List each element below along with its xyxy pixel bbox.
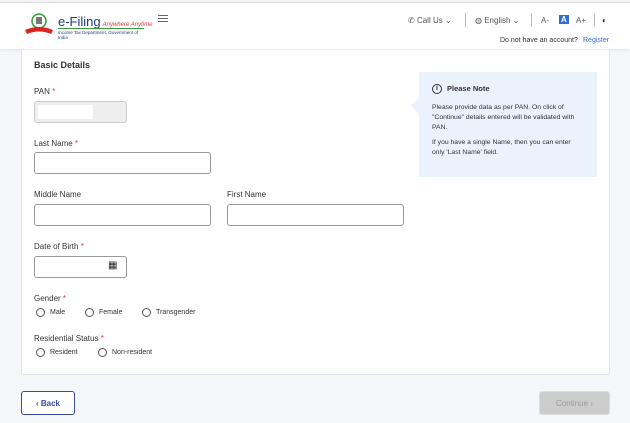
last-name-label: Last Name * — [34, 139, 79, 148]
first-name-label: First Name — [227, 190, 267, 199]
contrast-icon[interactable]: ◐ — [602, 16, 607, 25]
phone-icon: ✆ — [408, 16, 415, 25]
emblem-logo-icon — [25, 13, 53, 34]
section-title: Basic Details — [34, 60, 91, 70]
brand-subtitle: Income Tax Department, Government of Ind… — [58, 28, 144, 40]
pan-label: PAN * — [34, 87, 56, 96]
chevron-down-icon: ⌄ — [512, 16, 520, 25]
back-button[interactable]: ‹ Back — [21, 391, 75, 415]
font-increase-button[interactable]: A+ — [576, 16, 586, 25]
hamburger-menu-icon[interactable] — [158, 15, 168, 24]
note-title: Please Note — [447, 84, 490, 93]
dob-label: Date of Birth * — [34, 242, 84, 251]
call-us-label: Call Us — [416, 16, 443, 25]
first-name-input[interactable] — [227, 204, 404, 226]
language-dropdown[interactable]: ◍ English ⌄ — [475, 16, 519, 25]
divider — [594, 13, 595, 27]
brand-logo[interactable]: e-Filing Anywhere Anytime — [58, 14, 152, 29]
info-icon: i — [432, 84, 442, 95]
register-link[interactable]: Register — [583, 37, 609, 44]
gender-male-radio[interactable]: Male — [36, 308, 65, 317]
calendar-icon[interactable]: ▦ — [108, 260, 117, 271]
gender-transgender-radio[interactable]: Transgender — [142, 308, 195, 317]
please-note-panel: i Please Note Please provide data as per … — [411, 72, 597, 177]
dob-input[interactable]: ▦ — [34, 256, 127, 278]
call-us-dropdown[interactable]: ✆ Call Us ⌄ — [408, 16, 452, 25]
pan-field — [34, 101, 127, 123]
non-resident-radio[interactable]: Non-resident — [98, 348, 152, 357]
brand-name: e-Filing — [58, 14, 101, 29]
note-text: If you have a single Name, then you can … — [432, 139, 571, 157]
middle-name-label: Middle Name — [34, 190, 82, 199]
font-normal-button[interactable]: A — [559, 15, 569, 24]
note-text: Please provide data as per PAN. On click… — [432, 103, 575, 131]
resident-radio[interactable]: Resident — [36, 348, 78, 357]
middle-name-input[interactable] — [34, 204, 211, 226]
continue-button[interactable]: Continue › — [539, 391, 610, 415]
chevron-down-icon: ⌄ — [444, 16, 452, 25]
gender-female-radio[interactable]: Female — [85, 308, 122, 317]
header: e-Filing Anywhere Anytime Income Tax Depa… — [0, 2, 630, 49]
no-account-text: Do not have an account? — [500, 37, 578, 44]
divider — [531, 13, 532, 27]
language-label: English — [484, 16, 511, 25]
globe-icon: ◍ — [475, 16, 482, 25]
divider — [465, 13, 466, 27]
last-name-input[interactable] — [34, 152, 211, 174]
gender-label: Gender * — [34, 294, 67, 303]
residential-status-label: Residential Status * — [34, 334, 104, 343]
font-decrease-button[interactable]: A- — [541, 16, 549, 25]
